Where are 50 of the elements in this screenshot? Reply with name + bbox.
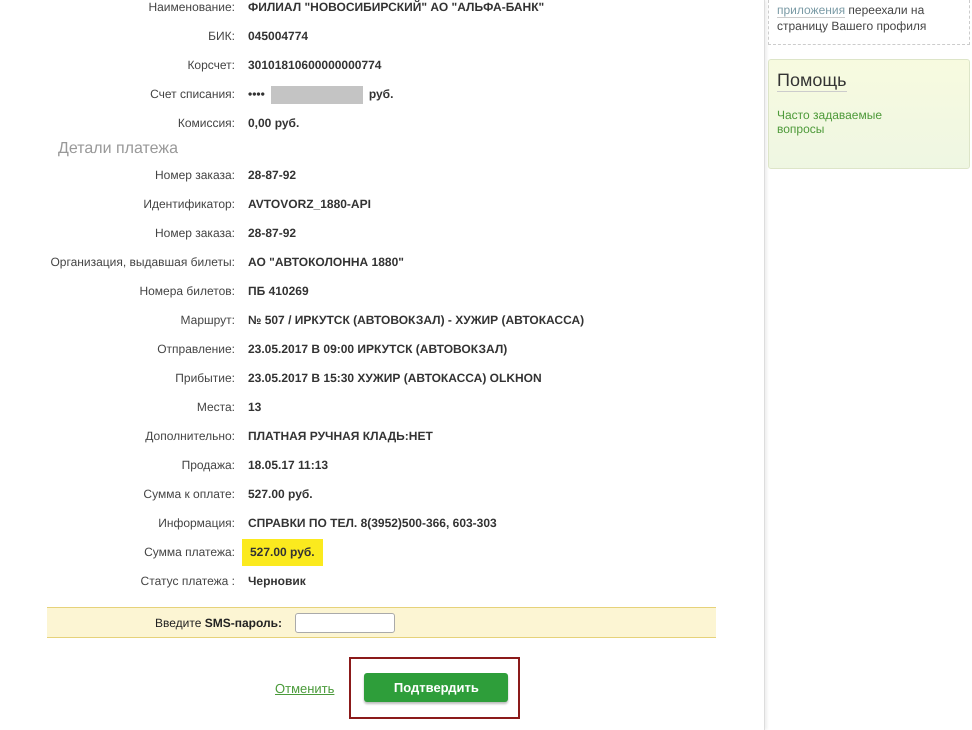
field-value: АО "АВТОКОЛОННА 1880": [248, 255, 404, 270]
field-value: 527.00 руб.: [248, 487, 313, 502]
field-value: 30101810600000000774: [248, 58, 382, 73]
field-label: Наименование:: [147, 0, 235, 15]
apps-link[interactable]: приложения: [777, 3, 846, 18]
field-value: 28-87-92: [248, 226, 296, 241]
cancel-link[interactable]: Отменить: [275, 680, 334, 696]
field-value: 28-87-92: [248, 168, 296, 183]
field-label: Идентификатор:: [142, 197, 235, 212]
field-label: Счет списания:: [149, 87, 235, 102]
notice-text: приложения переехали на страницу Вашего профиля: [777, 2, 928, 34]
field-value: 18.05.17 11:13: [248, 458, 328, 473]
field-value: Черновик: [248, 574, 306, 589]
confirm-button[interactable]: Подтвердить: [364, 673, 508, 702]
field-label: Продажа:: [180, 458, 235, 473]
sms-password-input[interactable]: [295, 612, 395, 632]
field-label: Места:: [196, 400, 235, 415]
field-label: Прибытие:: [174, 371, 235, 386]
field-label: Организация, выдавшая билеты:: [49, 255, 235, 270]
section-heading: Детали платежа: [58, 140, 179, 158]
field-value: № 507 / ИРКУТСК (АВТОВОКЗАЛ) - ХУЖИР (АВТОКАССА): [248, 313, 584, 328]
field-label: БИК:: [207, 29, 235, 44]
field-label: Сумма к оплате:: [142, 487, 235, 502]
field-label: Номера билетов:: [138, 284, 235, 299]
field-label: Сумма платежа:: [143, 545, 235, 560]
field-value: 23.05.2017 В 09:00 ИРКУТСК (АВТОВОКЗАЛ): [248, 342, 508, 357]
field-label: Информация:: [157, 516, 235, 531]
amount-highlight: 527.00 руб.: [242, 539, 323, 566]
field-value: AVTOVORZ_1880-API: [248, 197, 371, 212]
field-value: ПБ 410269: [248, 284, 309, 299]
masked-digits: ••••: [248, 87, 265, 102]
field-value: ПЛАТНАЯ РУЧНАЯ КЛАДЬ:НЕТ: [248, 429, 433, 444]
field-value: руб.: [368, 87, 394, 102]
field-label: Маршрут:: [180, 313, 235, 328]
field-value: 23.05.2017 В 15:30 ХУЖИР (АВТОКАССА) OLKHON: [248, 371, 542, 386]
sms-label: Введите SMS-пароль:: [154, 616, 282, 630]
field-label: Отправление:: [156, 342, 235, 357]
field-label: Комиссия:: [176, 116, 235, 131]
field-label: Номер заказа:: [154, 168, 235, 183]
field-value: ФИЛИАЛ "НОВОСИБИРСКИЙ" АО "АЛЬФА-БАНК": [248, 0, 544, 15]
field-label: Номер заказа:: [154, 226, 235, 241]
faq-link[interactable]: Часто задаваемые вопросы: [777, 108, 892, 136]
field-label: Корсчет:: [186, 58, 235, 73]
field-value: 0,00 руб.: [248, 116, 300, 131]
field-value: 13: [248, 400, 262, 415]
help-title: Помощь: [777, 70, 847, 92]
field-value: 045004774: [248, 29, 308, 44]
field-label: Статус платежа :: [140, 574, 235, 589]
field-label: Дополнительно:: [144, 429, 235, 444]
field-value: СПРАВКИ ПО ТЕЛ. 8(3952)500-366, 603-303: [248, 516, 497, 531]
